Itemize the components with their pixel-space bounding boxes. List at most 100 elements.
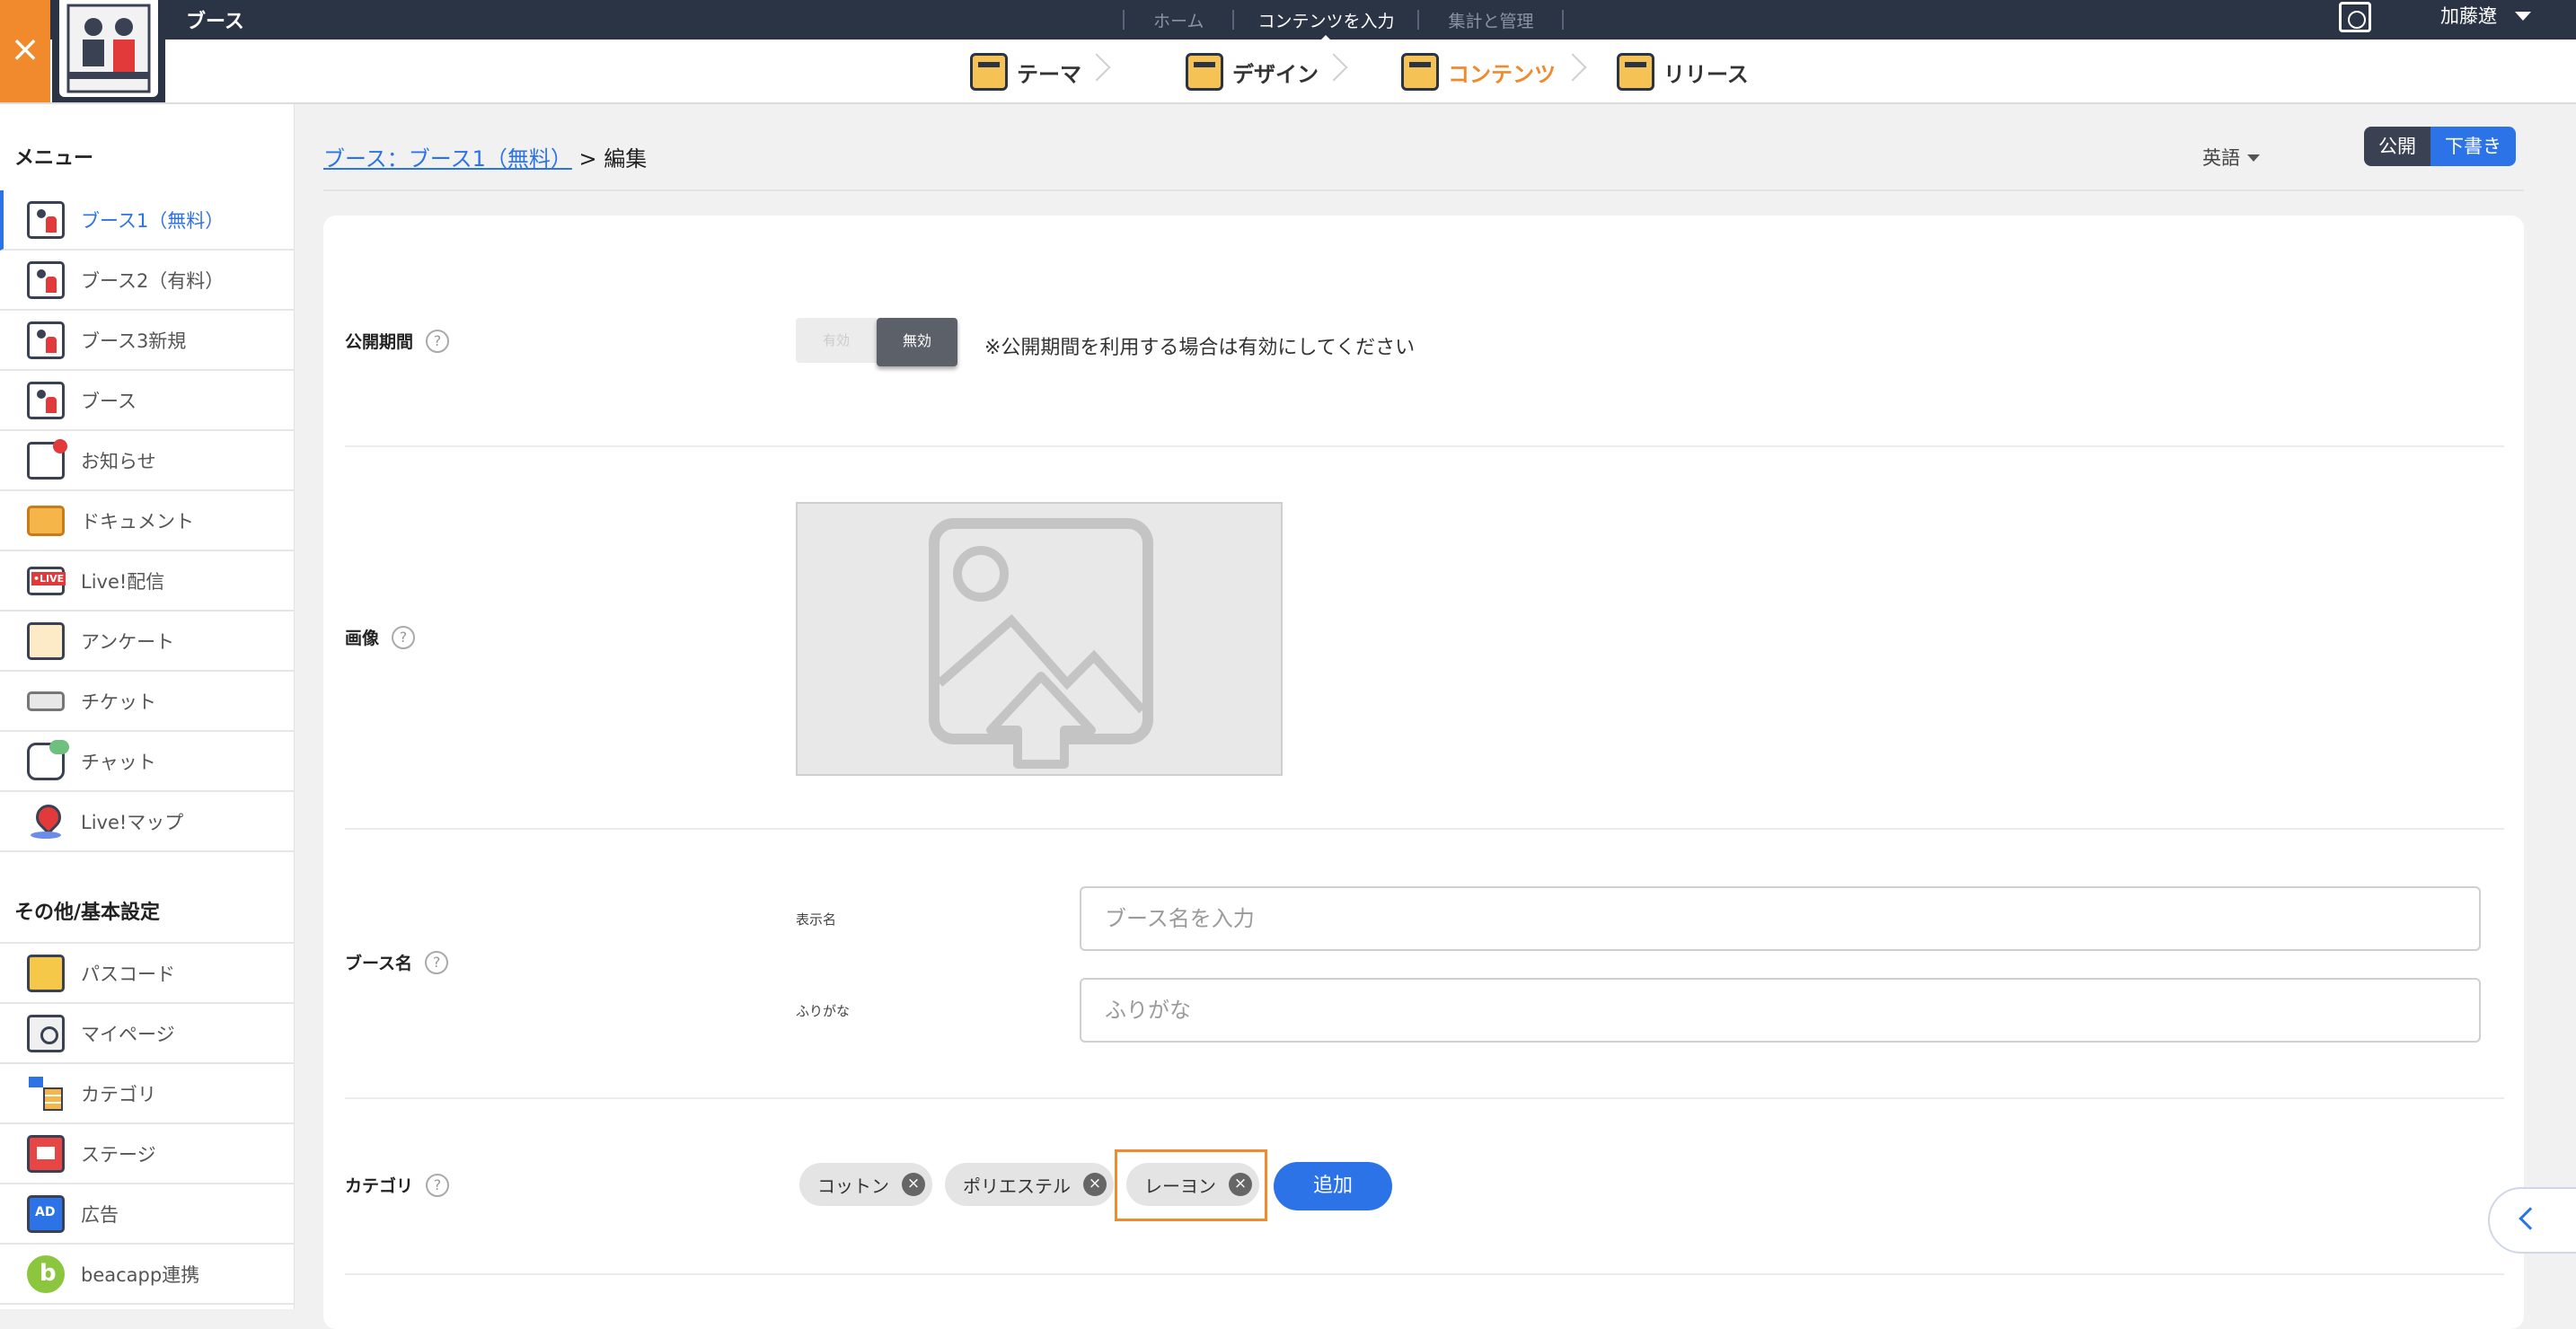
sidebar-item-news[interactable]: お知らせ: [0, 431, 295, 491]
sidebar-item-label: チケット: [81, 691, 156, 713]
language-select[interactable]: 英語: [2202, 144, 2240, 171]
category-label-text: カテゴリ: [345, 1176, 414, 1196]
sidebar-item-booth1[interactable]: ブース1（無料）: [0, 190, 295, 251]
draft-button[interactable]: 下書き: [2430, 127, 2516, 166]
display-name-label: 表示名: [796, 911, 837, 928]
release-icon: [1617, 53, 1654, 91]
booth-name-label: ブース名 ?: [345, 950, 449, 974]
divider: [345, 1097, 2504, 1099]
sidebar-item-label: ドキュメント: [81, 510, 194, 532]
chevron-right-icon: [1558, 53, 1587, 82]
period-enable-option[interactable]: 有効: [796, 318, 877, 363]
chevron-left-icon: [2519, 1207, 2542, 1230]
nav-separator: [1562, 10, 1565, 30]
category-tag: ポリエステル ×: [945, 1163, 1114, 1206]
sidebar-item-label: ブース: [81, 390, 137, 412]
remove-tag-icon[interactable]: ×: [1083, 1173, 1107, 1196]
sidebar-item-documents[interactable]: ドキュメント: [0, 491, 295, 551]
add-category-button[interactable]: 追加: [1274, 1162, 1392, 1210]
sidebar-item-ticket[interactable]: チケット: [0, 672, 295, 732]
sidebar-item-label: 広告: [81, 1203, 119, 1226]
globe-icon[interactable]: [2339, 2, 2371, 32]
remove-tag-icon[interactable]: ×: [902, 1173, 925, 1196]
collapse-panel-button[interactable]: [2488, 1187, 2576, 1254]
sidebar-item-label: アンケート: [81, 630, 175, 653]
user-name[interactable]: 加藤遼: [2440, 2, 2497, 29]
sidebar-item-chat[interactable]: チャット: [0, 732, 295, 792]
map-pin-icon: [27, 802, 65, 841]
breadcrumb-current: > 編集: [578, 146, 648, 172]
sidebar-item-label: ブース3新規: [81, 330, 187, 352]
image-label-text: 画像: [345, 629, 380, 648]
breadcrumb: ブース：ブース1（無料） > 編集: [323, 141, 647, 172]
booth-title: ブース: [186, 11, 244, 33]
step-release[interactable]: リリース: [1617, 52, 1749, 92]
publish-button[interactable]: 公開: [2364, 127, 2430, 166]
sidebar-item-mypage[interactable]: マイページ: [0, 1004, 295, 1064]
beacapp-icon: [27, 1254, 65, 1293]
step-design[interactable]: デザイン: [1186, 52, 1319, 92]
furigana-label: ふりがな: [796, 1003, 851, 1019]
category-tree-icon: [27, 1074, 65, 1113]
menu-heading: メニュー: [14, 147, 94, 170]
booth-icon: [27, 260, 65, 299]
publish-toggle: 公開 下書き: [2364, 127, 2516, 166]
breadcrumb-link[interactable]: ブース：ブース1（無料）: [323, 146, 572, 172]
booth-thumbnail: [52, 0, 165, 102]
notification-icon: [27, 438, 67, 480]
booth-name-label-text: ブース名: [345, 954, 413, 973]
contents-icon: [1401, 53, 1439, 91]
nav-input-content[interactable]: コンテンツを入力: [1234, 8, 1417, 42]
sidebar-item-label: チャット: [81, 751, 156, 773]
sidebar-item-label: マイページ: [81, 1023, 175, 1045]
nav-stats[interactable]: 集計と管理: [1419, 8, 1562, 32]
period-toggle[interactable]: 有効 無効: [796, 318, 957, 366]
period-disable-option[interactable]: 無効: [877, 318, 957, 366]
theme-icon: [970, 53, 1008, 91]
booth-icon: [27, 200, 65, 239]
furigana-input[interactable]: ふりがな: [1080, 978, 2481, 1043]
sidebar-item-booth2[interactable]: ブース2（有料）: [0, 251, 295, 311]
sidebar-item-booth[interactable]: ブース: [0, 371, 295, 431]
help-icon[interactable]: ?: [392, 625, 416, 649]
help-icon[interactable]: ?: [426, 329, 450, 353]
chevron-down-icon[interactable]: [2515, 12, 2531, 21]
sidebar-item-survey[interactable]: アンケート: [0, 612, 295, 672]
sidebar-item-beacapp[interactable]: beacapp連携: [0, 1245, 295, 1305]
sidebar-item-passcode[interactable]: パスコード: [0, 944, 295, 1004]
sidebar-item-stage[interactable]: ステージ: [0, 1124, 295, 1184]
sidebar-item-label: ブース2（有料）: [81, 269, 225, 292]
step-label: コンテンツ: [1448, 61, 1556, 87]
sidebar-item-ads[interactable]: 広告: [0, 1184, 295, 1245]
sidebar-item-category[interactable]: カテゴリ: [0, 1064, 295, 1124]
sidebar-item-label: ブース1（無料）: [81, 209, 225, 232]
sidebar-item-label: Live!マップ: [81, 811, 184, 833]
period-note: ※公開期間を利用する場合は有効にしてください: [984, 337, 1416, 359]
category-label: カテゴリ ?: [345, 1173, 450, 1197]
sidebar-item-live[interactable]: Live!配信: [0, 551, 295, 612]
help-icon[interactable]: ?: [426, 1173, 450, 1197]
sidebar-item-label: beacapp連携: [81, 1263, 200, 1286]
steps-bar: テーマ デザイン コンテンツ リリース: [0, 40, 2576, 104]
sidebar-item-live-map[interactable]: Live!マップ: [0, 792, 295, 852]
period-label: 公開期間 ?: [345, 329, 450, 353]
image-upload-area[interactable]: [796, 502, 1283, 776]
user-icon: [27, 1014, 65, 1052]
nav-home[interactable]: ホーム: [1125, 8, 1232, 32]
display-name-input[interactable]: ブース名を入力: [1080, 886, 2481, 951]
booth-person-icon: [66, 4, 151, 93]
booth-icon: [27, 381, 65, 419]
sidebar-item-label: お知らせ: [81, 450, 156, 472]
help-icon[interactable]: ?: [425, 950, 449, 974]
image-label: 画像 ?: [345, 625, 416, 649]
divider: [323, 189, 2524, 191]
step-label: テーマ: [1017, 61, 1081, 87]
chevron-down-icon[interactable]: [2247, 154, 2260, 162]
close-icon[interactable]: ×: [0, 0, 50, 102]
divider: [345, 828, 2504, 830]
tag-label: コットン: [817, 1175, 889, 1197]
step-contents[interactable]: コンテンツ: [1401, 52, 1556, 92]
step-theme[interactable]: テーマ: [970, 52, 1081, 92]
sidebar-item-booth3[interactable]: ブース3新規: [0, 311, 295, 371]
other-settings-heading: その他/基本設定: [14, 902, 161, 924]
